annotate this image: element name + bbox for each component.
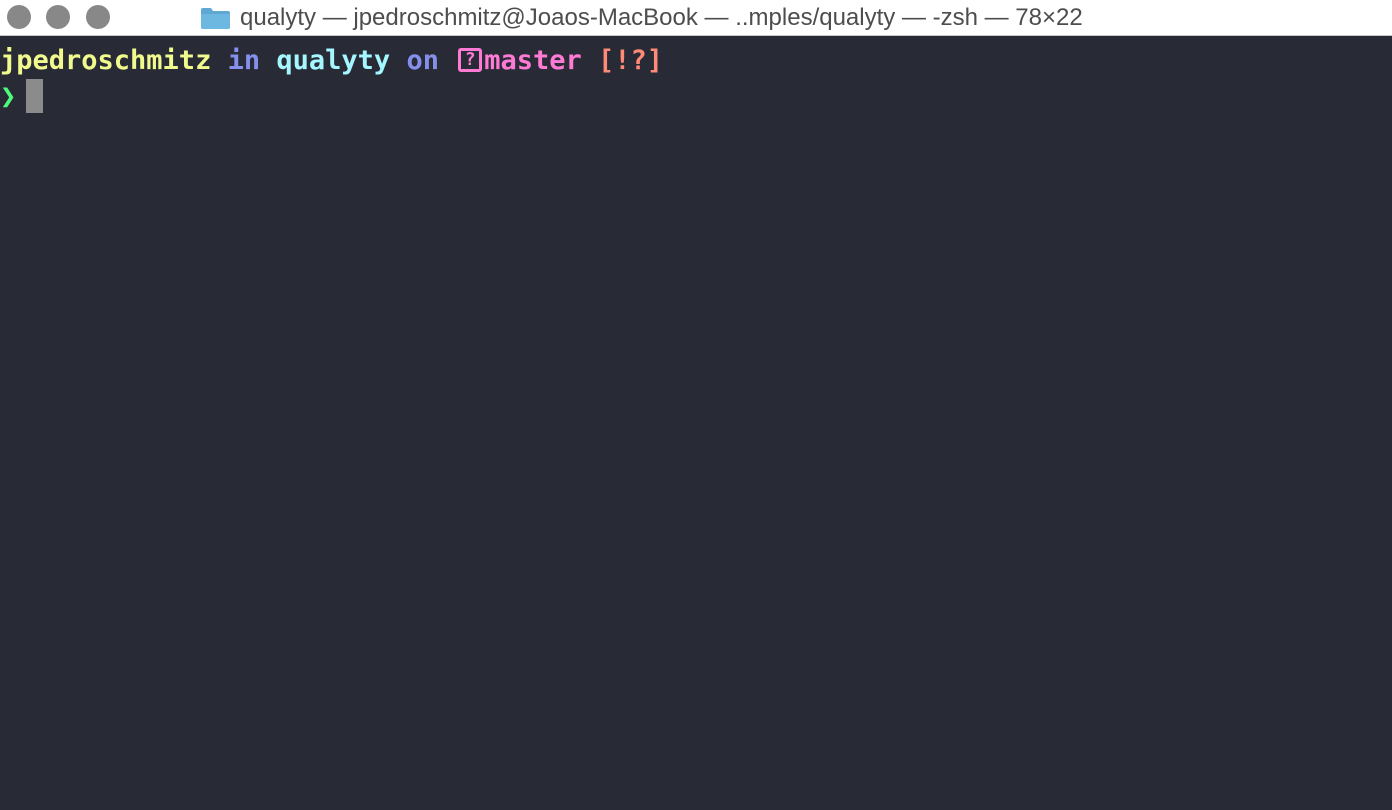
close-button[interactable] bbox=[7, 5, 31, 29]
folder-icon bbox=[201, 8, 230, 29]
terminal-content[interactable]: jpedroschmitz in qualyty on ? master [!?]… bbox=[0, 37, 1392, 810]
prompt-symbol: ❯ bbox=[0, 81, 17, 112]
git-branch-icon-glyph: ? bbox=[464, 49, 476, 70]
title-bar[interactable]: qualyty — jpedroschmitz@Joaos-MacBook — … bbox=[0, 0, 1392, 36]
git-branch-icon: ? bbox=[458, 48, 483, 72]
prompt-in-word: in bbox=[227, 45, 261, 76]
prompt-git-status: [!?] bbox=[598, 45, 664, 76]
terminal-window: qualyty — jpedroschmitz@Joaos-MacBook — … bbox=[0, 0, 1392, 810]
prompt-branch: master bbox=[484, 45, 582, 76]
prompt-user: jpedroschmitz bbox=[0, 45, 212, 76]
text-cursor bbox=[26, 79, 44, 113]
window-title-text: qualyty — jpedroschmitz@Joaos-MacBook — … bbox=[240, 4, 1083, 31]
prompt-on-word: on bbox=[406, 45, 439, 76]
prompt-line: jpedroschmitz in qualyty on ? master [!?] bbox=[0, 41, 663, 81]
prompt-directory: qualyty bbox=[276, 45, 391, 76]
zoom-button[interactable] bbox=[86, 5, 110, 29]
input-line[interactable]: ❯ bbox=[0, 77, 44, 117]
window-title: qualyty — jpedroschmitz@Joaos-MacBook — … bbox=[200, 0, 1083, 36]
minimize-button[interactable] bbox=[46, 5, 70, 29]
